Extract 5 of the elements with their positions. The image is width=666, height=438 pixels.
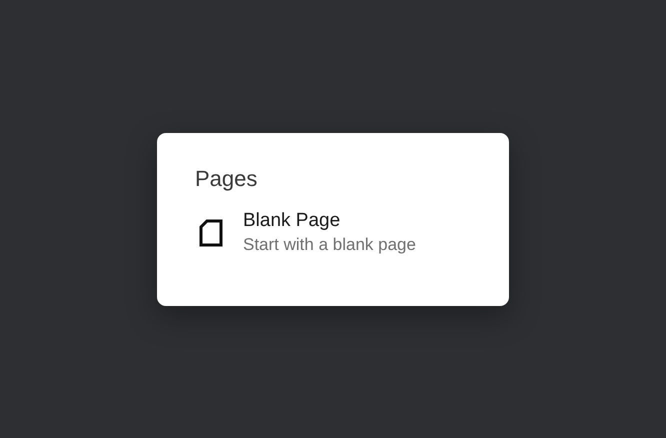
section-title: Pages [195,164,258,192]
document-icon [199,218,223,246]
option-title: Blank Page [243,208,342,232]
option-description: Start with a blank page [243,234,416,256]
blank-page-option[interactable]: Blank Page Start with a blank page [195,208,509,256]
